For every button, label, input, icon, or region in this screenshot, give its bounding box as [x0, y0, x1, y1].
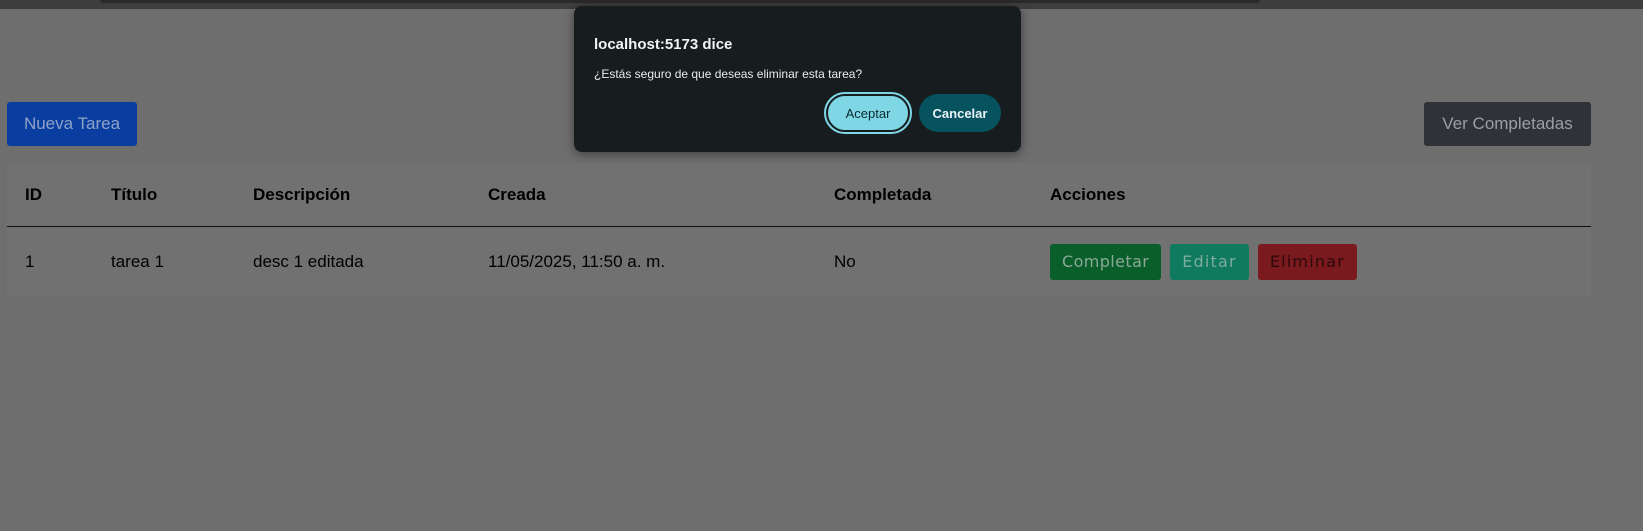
table-header-row: ID Título Descripción Creada Completada …	[7, 163, 1591, 227]
header-title: Título	[93, 163, 235, 227]
cell-id: 1	[25, 251, 35, 271]
cell-description: desc 1 editada	[253, 251, 364, 271]
header-created: Creada	[470, 163, 816, 227]
dialog-buttons: Aceptar Cancelar	[824, 92, 1001, 134]
cell-created: 11/05/2025, 11:50 a. m.	[488, 251, 666, 271]
cell-title: tarea 1	[111, 251, 164, 271]
delete-button[interactable]: Eliminar	[1257, 243, 1357, 280]
cell-completed: No	[834, 251, 856, 271]
header-actions: Acciones	[1032, 163, 1591, 227]
new-task-button[interactable]: Nueva Tarea	[7, 102, 137, 146]
dialog-title: localhost:5173 dice	[594, 36, 733, 53]
cancel-button[interactable]: Cancelar	[919, 94, 1001, 132]
header-description: Descripción	[235, 163, 470, 227]
dialog-message: ¿Estás seguro de que deseas eliminar est…	[594, 67, 863, 81]
table-row: 1 tarea 1 desc 1 editada 11/05/2025, 11:…	[7, 227, 1591, 297]
complete-button[interactable]: Completar	[1050, 243, 1162, 280]
cell-actions: Completar Editar Eliminar	[1032, 227, 1591, 297]
header-completed: Completada	[816, 163, 1032, 227]
header-id: ID	[7, 163, 93, 227]
row-actions: Completar Editar Eliminar	[1050, 243, 1591, 280]
view-completed-button[interactable]: Ver Completadas	[1424, 102, 1591, 146]
address-bar-edge	[100, 0, 1260, 3]
confirm-dialog: localhost:5173 dice ¿Estás seguro de que…	[574, 6, 1021, 152]
tasks-table: ID Título Descripción Creada Completada …	[7, 163, 1591, 296]
edit-button[interactable]: Editar	[1170, 243, 1249, 280]
accept-button[interactable]: Aceptar	[824, 92, 912, 134]
